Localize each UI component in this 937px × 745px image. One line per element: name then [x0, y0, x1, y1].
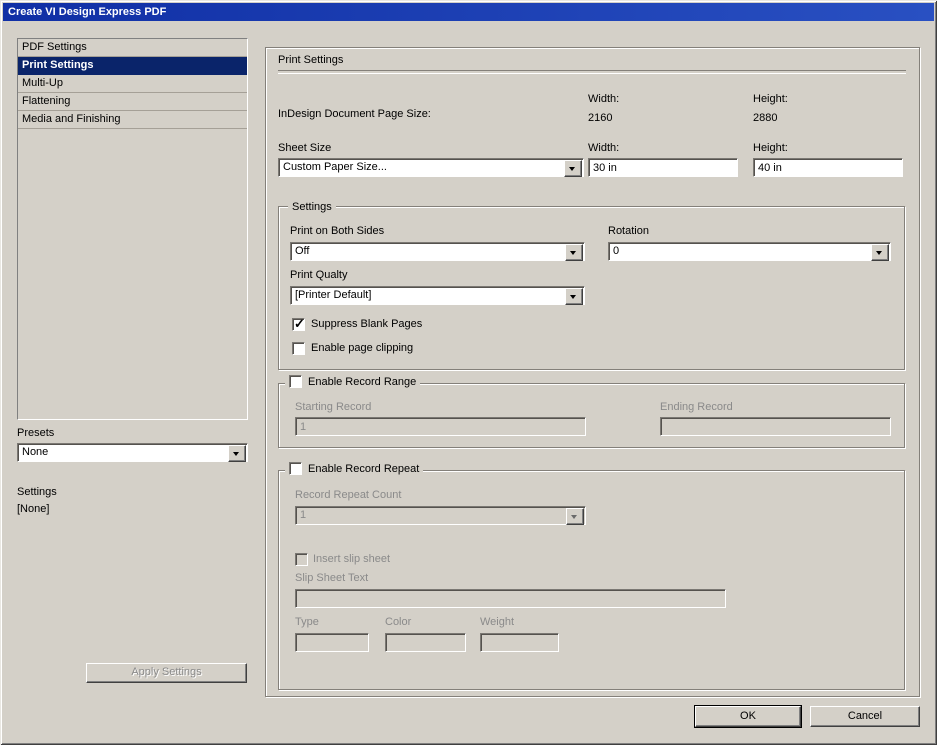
record-range-legend: Enable Record Range — [285, 374, 421, 389]
window-title: Create VI Design Express PDF — [8, 6, 167, 18]
record-repeat-group: Enable Record Repeat — [278, 461, 905, 690]
sheet-height-input[interactable] — [753, 158, 903, 177]
document-height-label: Height: — [753, 93, 788, 105]
settings-label: Settings — [17, 486, 57, 498]
ending-record-input — [660, 417, 891, 436]
sheet-height-label: Height: — [753, 142, 788, 154]
insert-slip-sheet-label: Insert slip sheet — [313, 553, 391, 565]
chevron-down-icon[interactable] — [564, 160, 582, 177]
record-repeat-legend: Enable Record Repeat — [285, 461, 424, 476]
apply-settings-button: Apply Settings — [86, 663, 247, 683]
rotation-value: 0 — [613, 245, 620, 257]
page-title: Print Settings — [278, 54, 344, 66]
slip-sheet-text-label: Slip Sheet Text — [295, 572, 369, 584]
chevron-down-icon[interactable] — [871, 244, 889, 261]
heading-separator — [278, 70, 906, 74]
chevron-down-icon[interactable] — [565, 288, 583, 305]
record-range-group: Enable Record Range — [278, 374, 905, 448]
enable-page-clipping-label[interactable]: Enable page clipping — [311, 342, 413, 355]
ok-button[interactable]: OK — [694, 705, 802, 728]
starting-record-label: Starting Record — [295, 401, 372, 413]
sidebar-item-pdf-settings[interactable]: PDF Settings — [18, 39, 247, 57]
settings-group-title: Settings — [288, 200, 336, 214]
type-input — [295, 633, 369, 652]
sidebar-item-print-settings[interactable]: Print Settings — [18, 57, 247, 75]
sheet-width-input[interactable] — [588, 158, 738, 177]
color-label: Color — [385, 616, 412, 628]
document-width-value: 2160 — [588, 112, 613, 124]
print-both-sides-value: Off — [295, 245, 310, 257]
sheet-width-label: Width: — [588, 142, 620, 154]
document-width-label: Width: — [588, 93, 620, 105]
print-both-sides-label: Print on Both Sides — [290, 225, 385, 237]
color-input — [385, 633, 466, 652]
print-quality-value: [Printer Default] — [295, 289, 372, 301]
settings-category-list: PDF Settings Print Settings Multi-Up Fla… — [17, 38, 248, 420]
print-quality-select[interactable]: [Printer Default] — [290, 286, 585, 305]
enable-record-repeat-label[interactable]: Enable Record Repeat — [308, 463, 419, 475]
sheet-size-select[interactable]: Custom Paper Size... — [278, 158, 584, 177]
ending-record-label: Ending Record — [660, 401, 733, 413]
cancel-button[interactable]: Cancel — [810, 706, 920, 727]
weight-input — [480, 633, 559, 652]
record-repeat-count-label: Record Repeat Count — [295, 489, 402, 501]
sheet-size-label: Sheet Size — [278, 142, 332, 154]
starting-record-input — [295, 417, 586, 436]
insert-slip-sheet-checkbox — [295, 553, 308, 566]
document-height-value: 2880 — [753, 112, 778, 124]
sidebar-item-multi-up[interactable]: Multi-Up — [18, 75, 247, 93]
sidebar-item-media-and-finishing[interactable]: Media and Finishing — [18, 111, 247, 129]
enable-page-clipping-checkbox[interactable] — [292, 342, 305, 355]
rotation-select[interactable]: 0 — [608, 242, 891, 261]
chevron-down-icon — [566, 508, 584, 525]
chevron-down-icon[interactable] — [565, 244, 583, 261]
suppress-blank-pages-checkbox[interactable] — [292, 316, 305, 332]
chevron-down-icon[interactable] — [228, 445, 246, 462]
slip-sheet-text-input — [295, 589, 726, 608]
dialog-window: Create VI Design Express PDF PDF Setting… — [0, 0, 937, 745]
record-repeat-count-select: 1 — [295, 506, 586, 525]
enable-record-range-label[interactable]: Enable Record Range — [308, 376, 416, 388]
presets-label: Presets — [17, 427, 55, 439]
print-both-sides-select[interactable]: Off — [290, 242, 585, 261]
weight-label: Weight — [480, 616, 515, 628]
rotation-label: Rotation — [608, 225, 649, 237]
type-label: Type — [295, 616, 319, 628]
print-quality-label: Print Qualty — [290, 269, 348, 281]
presets-value: None — [22, 446, 49, 458]
enable-record-range-checkbox[interactable] — [289, 374, 302, 388]
record-repeat-count-value: 1 — [300, 509, 307, 521]
title-bar[interactable]: Create VI Design Express PDF — [3, 3, 934, 21]
document-page-size-label: InDesign Document Page Size: — [278, 108, 431, 120]
settings-value: [None] — [17, 503, 50, 515]
sidebar-item-flattening[interactable]: Flattening — [18, 93, 247, 111]
suppress-blank-pages-label[interactable]: Suppress Blank Pages — [311, 318, 422, 331]
enable-record-repeat-checkbox[interactable] — [289, 461, 302, 475]
presets-select[interactable]: None — [17, 443, 248, 462]
sheet-size-value: Custom Paper Size... — [283, 161, 387, 173]
